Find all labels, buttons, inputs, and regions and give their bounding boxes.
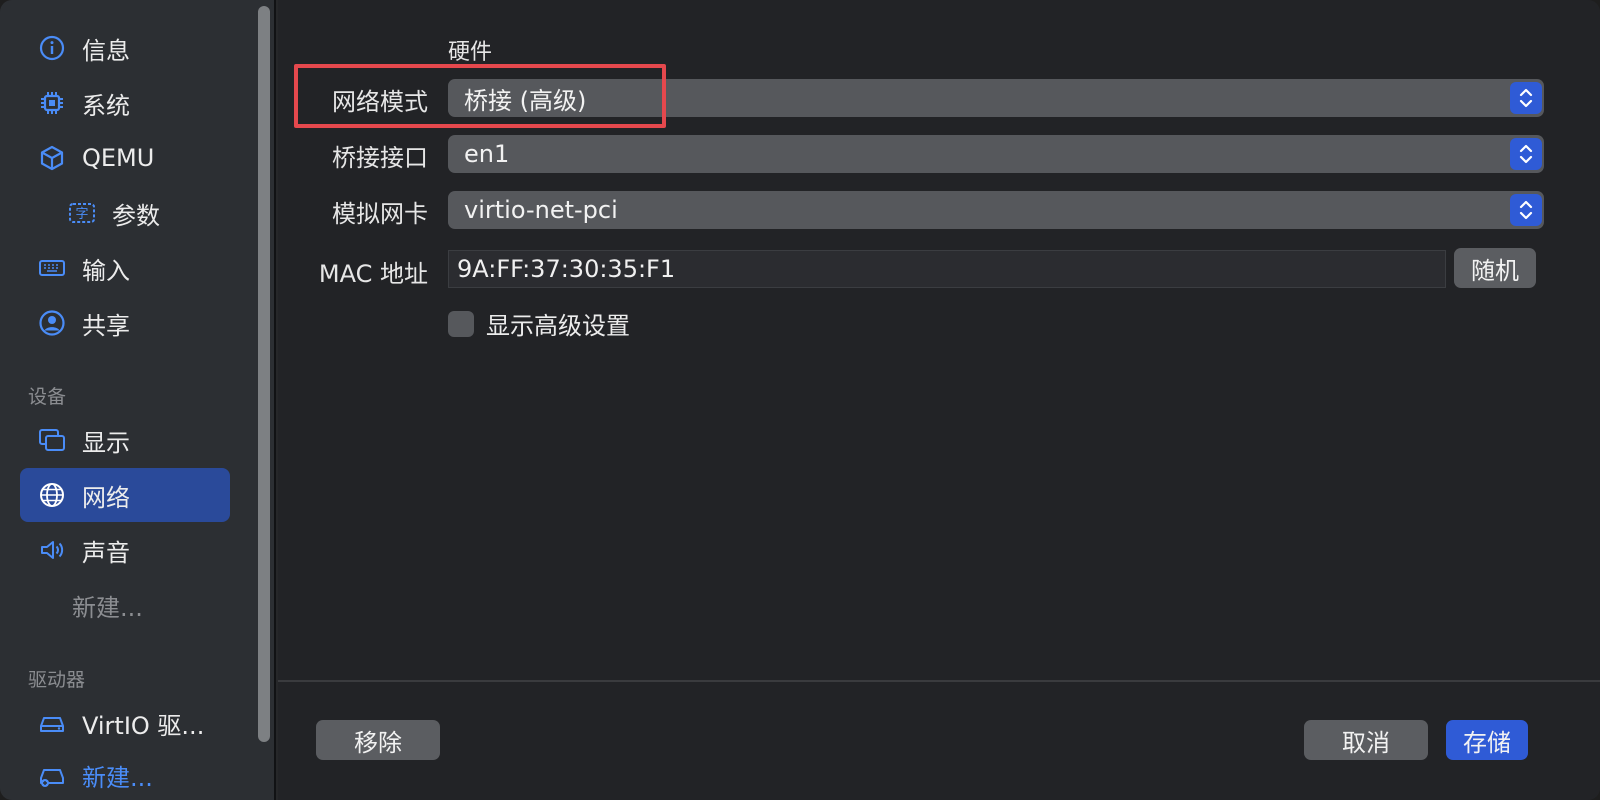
highlight-box	[294, 64, 666, 128]
sidebar-item-label: 信息	[82, 36, 130, 65]
sidebar-item-virtio-drive[interactable]: VirtIO 驱...	[20, 696, 230, 750]
show-advanced-row[interactable]: 显示高级设置	[448, 306, 630, 341]
devices-section-header: 设备	[28, 386, 67, 408]
sidebar-item-label: 显示	[82, 428, 130, 457]
sidebar-item-qemu[interactable]: QEMU	[20, 131, 230, 185]
display-icon	[36, 424, 68, 456]
sidebar-item-info[interactable]: 信息	[20, 21, 230, 75]
show-advanced-checkbox[interactable]	[448, 310, 474, 337]
drives-section-header: 驱动器	[28, 669, 86, 691]
sidebar-item-label: QEMU	[82, 144, 155, 172]
bridge-interface-label: 桥接接口	[332, 144, 428, 172]
mac-address-input[interactable]	[449, 251, 1445, 287]
emulated-nic-value: virtio-net-pci	[464, 196, 618, 224]
drive-icon	[36, 707, 68, 739]
sidebar-item-arguments[interactable]: 字 参数	[20, 186, 230, 240]
globe-icon	[36, 479, 68, 511]
keyboard-icon	[36, 252, 68, 284]
sidebar-item-network[interactable]: 网络	[20, 468, 230, 522]
sidebar-item-label: 系统	[82, 91, 130, 120]
section-title: 硬件	[448, 40, 493, 65]
sidebar-item-label: 新建...	[82, 763, 153, 792]
network-settings-panel: 硬件 网络模式 桥接 (高级) 桥接接口 en1 模拟网卡 virtio-net…	[278, 0, 1600, 800]
cube-icon	[36, 142, 68, 174]
chevron-up-down-icon[interactable]	[1510, 82, 1542, 114]
bridge-interface-select[interactable]: en1	[448, 135, 1544, 173]
footer-divider	[278, 680, 1600, 682]
emulated-nic-select[interactable]: virtio-net-pci	[448, 191, 1544, 229]
mac-address-label: MAC 地址	[318, 260, 428, 288]
mac-address-field[interactable]	[448, 250, 1446, 288]
sidebar-item-label: 输入	[82, 256, 130, 285]
sidebar-item-new-drive[interactable]: 新建...	[20, 748, 230, 800]
remove-button[interactable]: 移除	[316, 720, 440, 760]
sidebar-item-sound[interactable]: 声音	[20, 523, 230, 577]
cpu-icon	[36, 87, 68, 119]
sidebar: 信息 系统 QEMU 字 参数 输入 共享 设备 显示 网络 声音 新建... …	[0, 0, 276, 800]
emulated-nic-label: 模拟网卡	[332, 200, 428, 228]
chevron-up-down-icon[interactable]	[1510, 138, 1542, 170]
info-icon	[36, 32, 68, 64]
sidebar-scrollbar[interactable]	[258, 6, 270, 742]
sidebar-item-system[interactable]: 系统	[20, 76, 230, 130]
sidebar-item-display[interactable]: 显示	[20, 413, 230, 467]
random-mac-button[interactable]: 随机	[1454, 248, 1536, 288]
sidebar-item-label: 网络	[82, 483, 130, 512]
sidebar-item-sharing[interactable]: 共享	[20, 296, 230, 350]
speaker-icon	[36, 534, 68, 566]
drive-add-icon	[36, 759, 68, 791]
chevron-up-down-icon[interactable]	[1510, 194, 1542, 226]
bridge-interface-value: en1	[464, 140, 510, 168]
sidebar-item-label: VirtIO 驱...	[82, 711, 205, 740]
save-button[interactable]: 存储	[1446, 720, 1528, 760]
person-circle-icon	[36, 307, 68, 339]
sidebar-item-label: 新建...	[72, 593, 143, 622]
sidebar-item-input[interactable]: 输入	[20, 241, 230, 295]
svg-text:字: 字	[75, 207, 88, 222]
cancel-button[interactable]: 取消	[1304, 720, 1428, 760]
sidebar-item-label: 参数	[112, 201, 160, 230]
sidebar-item-new-device[interactable]: 新建...	[20, 578, 230, 632]
text-format-icon: 字	[66, 197, 98, 229]
sidebar-item-label: 声音	[82, 538, 130, 567]
sidebar-item-label: 共享	[82, 311, 130, 340]
show-advanced-label: 显示高级设置	[486, 312, 630, 340]
settings-window: 信息 系统 QEMU 字 参数 输入 共享 设备 显示 网络 声音 新建... …	[0, 0, 1600, 800]
